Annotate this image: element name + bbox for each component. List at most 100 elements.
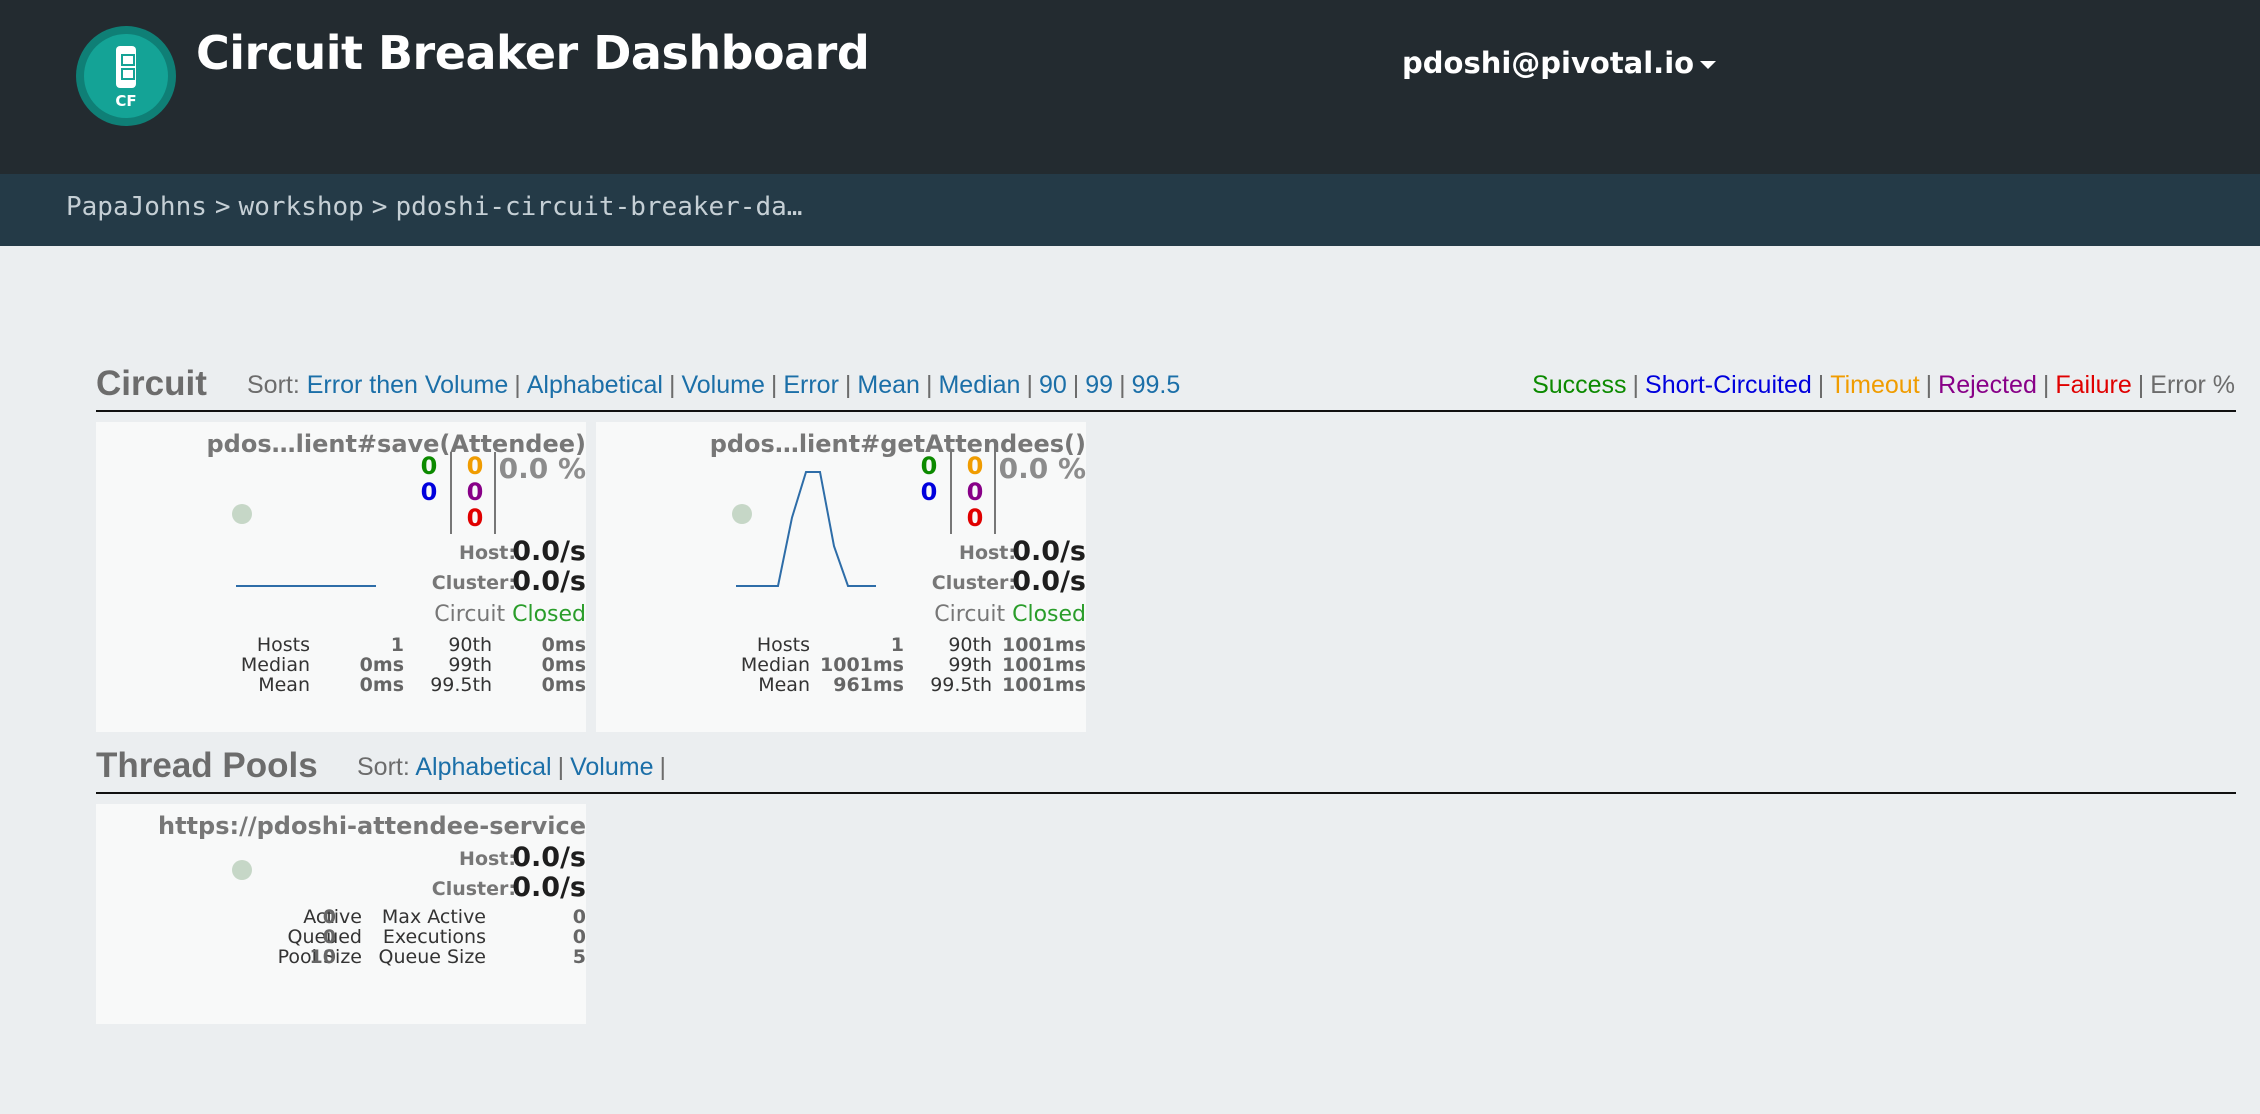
p90-label: 90th — [448, 634, 492, 656]
sort-mean[interactable]: Mean — [857, 371, 920, 399]
sparkline-chart — [736, 471, 876, 587]
thread-pools-sort-bar: Sort: Alphabetical | Volume | — [357, 753, 666, 781]
executions-value: 0 — [572, 926, 586, 948]
sort-error[interactable]: Error — [783, 371, 839, 399]
health-indicator — [232, 860, 252, 880]
queue-size-label: Queue Size — [378, 946, 486, 968]
failure-count: 0 — [966, 504, 984, 532]
circuit-state: Closed — [1012, 602, 1086, 627]
health-indicator — [232, 504, 252, 524]
sort-volume[interactable]: Volume — [681, 371, 764, 399]
legend-rejected: Rejected — [1938, 371, 2037, 399]
hosts-label: Hosts — [756, 634, 810, 656]
sort-alphabetical[interactable]: Alphabetical — [527, 371, 663, 399]
circuit-card: pdos…lient#getAttendees() 0 0 0 0 0 0.0 … — [596, 422, 1086, 732]
p99-value: 0ms — [541, 654, 586, 676]
host-rate: 0.0/s — [512, 842, 586, 873]
chevron-right-icon: > — [214, 192, 231, 222]
sort-90[interactable]: 90 — [1039, 371, 1067, 399]
median-value: 0ms — [359, 654, 404, 676]
circuit-status-label: Circuit — [434, 602, 506, 627]
p90-label: 90th — [948, 634, 992, 656]
p99-label: 99th — [448, 654, 492, 676]
queued-value: 0 — [322, 926, 336, 948]
cf-logo: CF — [76, 26, 176, 126]
timeout-count: 0 — [966, 452, 984, 480]
counter-divider — [450, 452, 452, 534]
p995-label: 99.5th — [930, 674, 992, 696]
host-rate-label: Host: — [459, 848, 516, 870]
sort-median[interactable]: Median — [938, 371, 1020, 399]
circuit-sort-bar: Sort: Error then Volume | Alphabetical | Vol… — [247, 371, 1181, 399]
hosts-label: Hosts — [256, 634, 310, 656]
top-header: CF Circuit Breaker Dashboard pdoshi@pivo… — [0, 0, 2260, 174]
circuit-card: pdos…lient#save(Attendee) 0 0 0 0 0 0.0 … — [96, 422, 586, 732]
circuit-status: Circuit Closed — [934, 602, 1086, 627]
breadcrumb-space[interactable]: workshop — [239, 192, 364, 222]
p99-label: 99th — [948, 654, 992, 676]
short-circuited-count: 0 — [920, 478, 938, 506]
thread-pools-section-title: Thread Pools — [96, 746, 318, 785]
sort-label: Sort: — [357, 753, 410, 781]
p90-value: 0ms — [541, 634, 586, 656]
sort-volume[interactable]: Volume — [570, 753, 653, 781]
failure-count: 0 — [466, 504, 484, 532]
breadcrumb-app[interactable]: pdoshi-circuit-breaker-da… — [395, 192, 802, 222]
median-value: 1001ms — [820, 654, 904, 676]
thread-pool-card: https://pdoshi-attendee-service Host: 0.… — [96, 804, 586, 1024]
sort-99[interactable]: 99 — [1085, 371, 1113, 399]
circuit-section-title: Circuit — [96, 364, 207, 403]
phone-icon — [116, 46, 136, 88]
thread-pool-name: https://pdoshi-attendee-service — [157, 812, 586, 840]
rejected-count: 0 — [966, 478, 984, 506]
sort-99-5[interactable]: 99.5 — [1132, 371, 1181, 399]
circuit-status-label: Circuit — [934, 602, 1006, 627]
circuit-divider — [96, 410, 2236, 412]
p99-value: 1001ms — [1002, 654, 1086, 676]
error-percentage: 0.0 % — [498, 452, 586, 485]
breadcrumb-org[interactable]: PapaJohns — [66, 192, 207, 222]
cluster-rate-label: Cluster: — [431, 878, 516, 900]
cluster-rate: 0.0/s — [512, 872, 586, 903]
chevron-right-icon: > — [371, 192, 388, 222]
host-rate: 0.0/s — [1012, 536, 1086, 567]
mean-value: 0ms — [359, 674, 404, 696]
caret-down-icon[interactable] — [1700, 61, 1717, 69]
host-rate-label: Host: — [459, 542, 516, 564]
mean-value: 961ms — [833, 674, 904, 696]
legend-success: Success — [1532, 371, 1627, 399]
breadcrumb-bar: PapaJohns > workshop > pdoshi-circuit-breake… — [0, 174, 2260, 246]
page-title: Circuit Breaker Dashboard — [196, 26, 870, 80]
p90-value: 1001ms — [1002, 634, 1086, 656]
status-legend: Success | Short-Circuited | Timeout | Rejected… — [1532, 371, 2235, 399]
timeout-count: 0 — [466, 452, 484, 480]
p995-value: 0ms — [541, 674, 586, 696]
hosts-value: 1 — [890, 634, 904, 656]
legend-short-circuited: Short-Circuited — [1645, 371, 1812, 399]
max-active-value: 0 — [572, 906, 586, 928]
counter-divider — [950, 452, 952, 534]
cluster-rate-label: Cluster: — [431, 572, 516, 594]
success-count: 0 — [420, 452, 438, 480]
median-label: Median — [740, 654, 810, 676]
p995-value: 1001ms — [1002, 674, 1086, 696]
logo-badge: CF — [84, 34, 168, 118]
breadcrumb: PapaJohns > workshop > pdoshi-circuit-breake… — [66, 192, 802, 222]
circuit-status: Circuit Closed — [434, 602, 586, 627]
queue-size-value: 5 — [572, 946, 586, 968]
legend-error-pct: Error % — [2150, 371, 2235, 399]
sort-alphabetical[interactable]: Alphabetical — [415, 753, 551, 781]
sparkline-chart — [236, 585, 376, 587]
user-email[interactable]: pdoshi@pivotal.io — [1402, 46, 1694, 80]
sort-label: Sort: — [247, 371, 300, 399]
hosts-value: 1 — [390, 634, 404, 656]
host-rate: 0.0/s — [512, 536, 586, 567]
legend-timeout: Timeout — [1830, 371, 1920, 399]
sort-error-then-volume[interactable]: Error then Volume — [307, 371, 509, 399]
user-menu[interactable]: pdoshi@pivotal.io — [1402, 46, 1717, 80]
mean-label: Mean — [758, 674, 810, 696]
circuit-state: Closed — [512, 602, 586, 627]
short-circuited-count: 0 — [420, 478, 438, 506]
host-rate-label: Host: — [959, 542, 1016, 564]
counter-divider — [994, 452, 996, 534]
